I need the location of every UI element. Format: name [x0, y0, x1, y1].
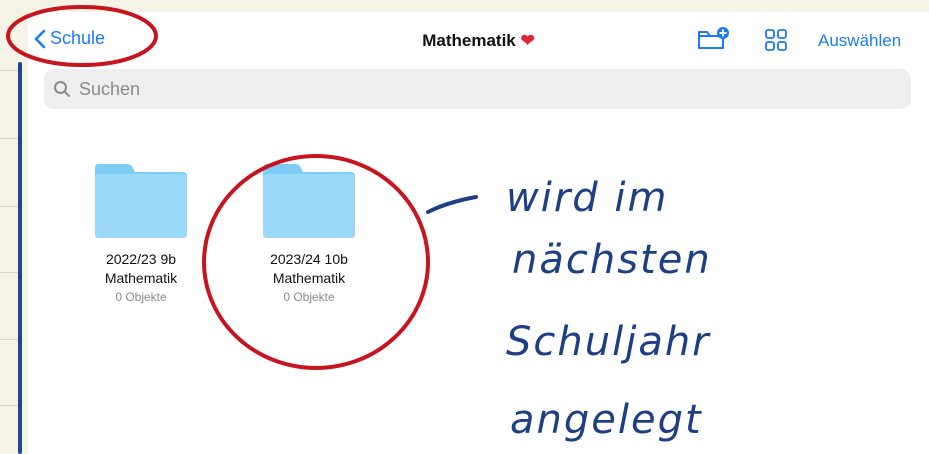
- back-button-label: Schule: [50, 28, 106, 48]
- select-button[interactable]: Auswählen: [818, 31, 901, 51]
- page-title: Mathematik ❤: [28, 31, 929, 51]
- new-folder-icon[interactable]: [696, 26, 730, 52]
- folder-name: 2022/23 9b Mathematik: [76, 250, 206, 288]
- folder-icon: [263, 164, 355, 238]
- search-bar: [44, 69, 911, 109]
- folder-item-count: 0 Objekte: [283, 290, 335, 304]
- folder-item[interactable]: 2023/24 10b Mathematik 0 Objekte: [244, 160, 374, 304]
- heart-icon: ❤: [520, 31, 535, 50]
- grid-view-icon[interactable]: [764, 28, 788, 52]
- folder-name-line2: Mathematik: [104, 270, 178, 286]
- folder-icon: [95, 164, 187, 238]
- folder-name: 2023/24 10b Mathematik: [244, 250, 374, 288]
- handwriting-line: wird im: [506, 175, 669, 221]
- chevron-left-icon: [34, 29, 46, 48]
- folder-item[interactable]: 2022/23 9b Mathematik 0 Objekte: [76, 160, 206, 304]
- notebook-margin-line: [18, 62, 22, 454]
- search-input[interactable]: [77, 77, 861, 101]
- folder-item-count: 0 Objekte: [115, 290, 167, 304]
- folder-name-line1: 2022/23 9b: [105, 251, 177, 267]
- handwriting-line: nächsten: [512, 237, 712, 283]
- back-button[interactable]: Schule: [34, 28, 105, 49]
- search-icon: [54, 81, 70, 97]
- files-panel: Schule Mathematik ❤ Auswählen 2022/23 9b: [28, 12, 929, 454]
- folder-name-line2: Mathematik: [272, 270, 346, 286]
- folder-name-line1: 2023/24 10b: [270, 251, 348, 267]
- handwriting-line: Schuljahr: [506, 319, 711, 365]
- handwriting-line: angelegt: [510, 397, 703, 443]
- page-title-text: Mathematik: [422, 31, 516, 50]
